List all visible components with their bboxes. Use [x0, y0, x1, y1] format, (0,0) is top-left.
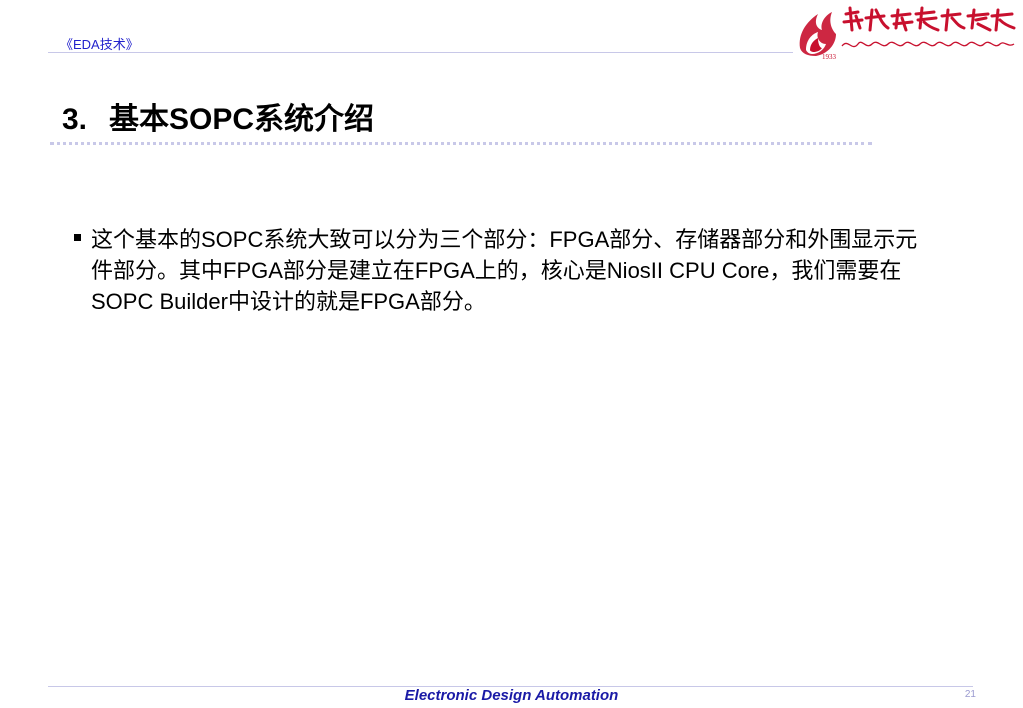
content-area: 这个基本的SOPC系统大致可以分为三个部分：FPGA部分、存储器部分和外围显示元…	[74, 224, 934, 317]
slide-title: 3. 基本SOPC系统介绍	[62, 94, 374, 138]
header-divider	[48, 52, 793, 53]
title-number: 3.	[62, 103, 88, 136]
bullet-square-icon	[74, 234, 81, 241]
footer-text: Electronic Design Automation	[404, 687, 619, 704]
title-divider	[50, 142, 872, 145]
page-number: 21	[964, 689, 976, 700]
college-logo-icon: 1933	[799, 6, 1016, 61]
svg-text:1933: 1933	[822, 53, 837, 61]
title-text: 基本SOPC系统介绍	[109, 103, 375, 136]
college-logo: 1933	[792, 4, 1020, 62]
course-label: 《EDA技术》	[60, 37, 139, 52]
bullet-text: 这个基本的SOPC系统大致可以分为三个部分：FPGA部分、存储器部分和外围显示元…	[91, 227, 918, 314]
